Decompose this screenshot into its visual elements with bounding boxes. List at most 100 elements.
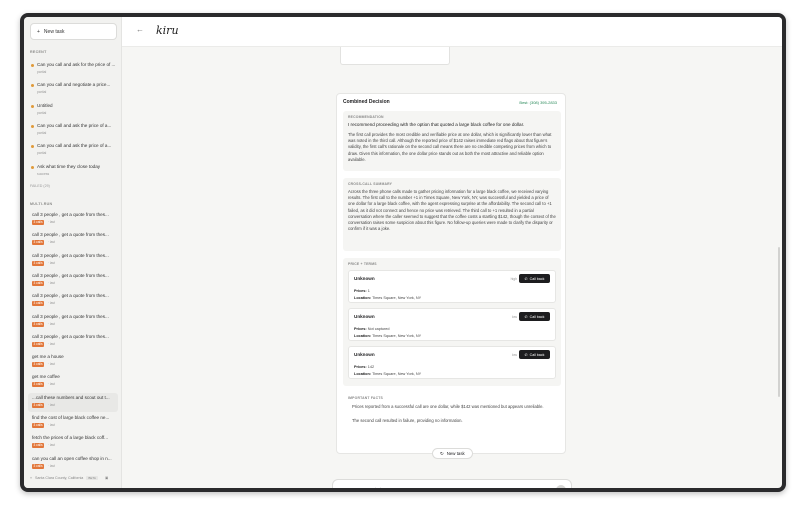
multi-run-title: call 3 people , get a quote from thes... — [32, 272, 109, 278]
status-dot — [31, 104, 34, 108]
calls-badge: 3 calls — [32, 423, 45, 428]
best-number[interactable]: Best: (308) 395-2833 — [519, 100, 557, 105]
multi-run-item[interactable]: fetch the prices of a large black coff..… — [28, 433, 118, 452]
app-logo: kiru — [156, 24, 179, 37]
multi-run-meta: · last — [48, 220, 55, 224]
multi-run-title: call 3 people , get a quote from thes... — [32, 333, 109, 339]
multi-run-item[interactable]: get me coffee 3 calls · last — [28, 372, 118, 391]
previous-card-stub — [340, 47, 450, 65]
multi-run-item[interactable]: get me a house 3 calls · last — [28, 352, 118, 371]
combined-decision-card: Combined Decision Best: (308) 395-2833 R… — [336, 93, 566, 454]
calls-badge: 3 calls — [32, 443, 45, 449]
confidence-level: high — [510, 277, 517, 281]
multi-run-meta: · last — [48, 280, 55, 285]
multi-run-title: call 3 people , get a quote from thes... — [32, 252, 109, 258]
recent-item[interactable]: Can you call and ask for the price of ..… — [30, 61, 118, 79]
recent-item[interactable]: Ask what time they close today success — [30, 163, 118, 181]
location-pin-icon: ⌖ — [30, 476, 33, 480]
main-panel: Combined Decision Best: (308) 395-2833 R… — [122, 47, 782, 488]
composer: ↑ — [332, 479, 572, 488]
calls-badge: 3 calls — [32, 362, 45, 368]
recent-item-status: partial — [37, 151, 47, 156]
new-task-pill[interactable]: ↻ New task — [432, 448, 473, 459]
summary-label: CROSS-CALL SUMMARY — [348, 182, 393, 186]
recent-item[interactable]: Untitled partial — [30, 102, 118, 120]
call-back-button[interactable]: ✆ Call back — [519, 312, 550, 321]
status-dot — [31, 64, 34, 67]
multi-run-meta: · last — [48, 341, 55, 346]
multi-run-item[interactable]: call 3 people , get a quote from thes...… — [28, 312, 118, 331]
beta-badge: BETA — [86, 476, 98, 480]
scrollbar[interactable] — [778, 247, 780, 397]
call-back-button[interactable]: ✆ Call back — [519, 350, 550, 359]
recent-item-title: Can you call and ask the price of a... — [37, 122, 112, 128]
calls-badge: 3 calls — [32, 260, 45, 266]
arrow-left-icon[interactable]: ← — [136, 25, 144, 34]
multi-run-item[interactable]: call 3 people , get a quote from thes...… — [28, 230, 118, 249]
footer-location: Santa Clara County, California — [35, 476, 84, 480]
recent-item-status: partial — [37, 90, 47, 95]
recent-item-title: Can you call and ask the price of a... — [37, 143, 112, 149]
multi-run-meta: · last — [48, 443, 55, 448]
calls-badge: 3 calls — [32, 382, 45, 388]
app-window: + New task RECENT Can you call and ask f… — [24, 17, 782, 488]
facts-label: IMPORTANT FACTS — [348, 396, 383, 400]
multi-run-item[interactable]: call 3 people , get a quote from thes...… — [28, 251, 118, 270]
recent-item[interactable]: Can you call and ask the price of a... pa… — [30, 122, 118, 140]
recent-item[interactable]: Can you call and negotiate a price... par… — [30, 81, 118, 99]
card-title: Combined Decision — [343, 99, 390, 105]
recent-item-status: partial — [37, 130, 47, 135]
recent-item-title: Ask what time they close today — [37, 163, 101, 169]
multi-run-item[interactable]: find the cost of large black coffee ne..… — [28, 413, 118, 432]
call-back-button[interactable]: ✆ Call back — [519, 274, 550, 283]
location-line: Location: Times Square, New York, NY — [354, 334, 422, 338]
calls-badge: 3 calls — [32, 280, 45, 286]
fact-item: Prices reported from a successful call a… — [352, 404, 544, 409]
multi-run-title: call 3 people , get a quote from thes... — [32, 232, 109, 238]
multi-run-meta: · last — [48, 382, 55, 387]
multi-run-meta: · last — [48, 402, 55, 407]
price-entry: Unknown low ✆ Call back Prices: Not captured… — [348, 308, 556, 341]
multi-run-item[interactable]: can you call an open coffee shop in n...… — [28, 454, 118, 473]
price-line: Prices: 1 — [354, 289, 370, 293]
sidebar: + New task RECENT Can you call and ask f… — [24, 17, 122, 488]
summary-box: CROSS-CALL SUMMARY Across the three phon… — [343, 178, 561, 251]
multi-run-item[interactable]: call 3 people , get a quote from thes...… — [28, 271, 118, 290]
multi-run-title: get me coffee — [32, 374, 60, 380]
new-task-pill-label: New task — [446, 451, 465, 456]
multi-run-item[interactable]: call 3 people , get a quote from thes...… — [28, 332, 118, 351]
recommendation-label: RECOMMENDATION — [348, 115, 384, 119]
failed-toggle[interactable]: FAILED (29) — [30, 184, 50, 188]
confidence-level: low — [511, 315, 517, 319]
new-task-button[interactable]: + New task — [30, 23, 117, 40]
price-entry-name: Unknown — [354, 352, 375, 357]
recent-item-title: Untitled — [37, 102, 53, 108]
multi-run-meta: · last — [48, 321, 55, 326]
multi-run-title: call 3 people , get a quote from thes... — [32, 212, 109, 217]
confidence-level: low — [511, 353, 517, 357]
recommendation-box: RECOMMENDATION I recommend proceeding wi… — [343, 111, 561, 171]
multi-run-heading: MULTI-RUN — [30, 202, 53, 206]
multi-run-item[interactable]: ...call these numbers and scout out t...… — [28, 392, 118, 412]
calls-badge: 3 calls — [32, 220, 45, 225]
plus-icon: + — [37, 28, 40, 35]
recent-item[interactable]: Can you call and ask the price of a... pa… — [30, 142, 118, 160]
multi-run-item[interactable]: call 3 people , get a quote from thes...… — [28, 291, 118, 310]
multi-run-item[interactable]: call 3 people , get a quote from thes...… — [28, 210, 118, 229]
refresh-icon: ↻ — [440, 450, 444, 456]
negotiation-input[interactable] — [339, 484, 539, 488]
multi-run-title: get me a house — [32, 354, 64, 360]
phone-icon: ✆ — [524, 276, 528, 281]
summary-body: Across the three phone calls made to gat… — [348, 189, 556, 232]
calls-badge: 3 calls — [32, 301, 45, 307]
price-line: Prices: Not captured — [354, 327, 390, 331]
settings-icon[interactable]: ▣ — [105, 476, 108, 480]
status-dot — [31, 124, 34, 128]
multi-run-meta: · last — [48, 463, 55, 468]
multi-run-title: fetch the prices of a large black coff..… — [32, 435, 109, 441]
recent-item-status: partial — [37, 70, 47, 74]
calls-badge: 3 calls — [32, 321, 45, 327]
send-arrow-icon[interactable]: ↑ — [556, 485, 566, 488]
multi-run-meta: · last — [48, 301, 55, 306]
status-dot — [31, 84, 34, 88]
